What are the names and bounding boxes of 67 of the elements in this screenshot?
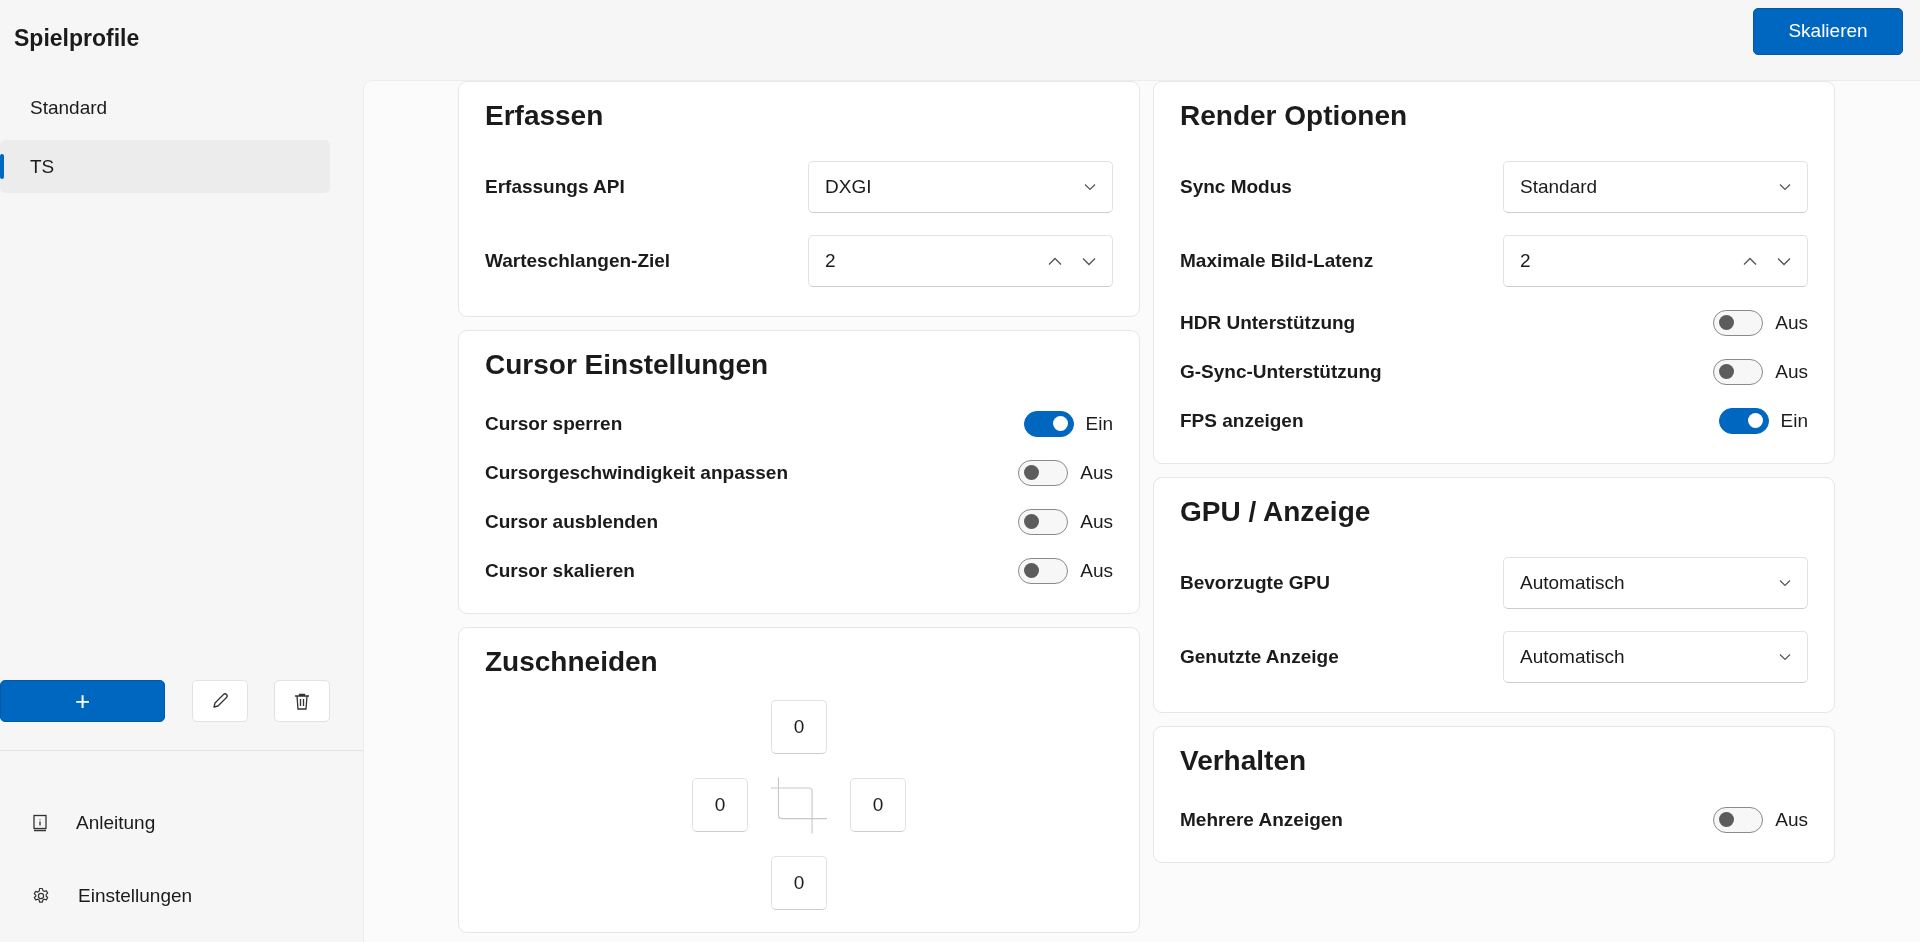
pencil-icon: [211, 692, 229, 710]
dropdown[interactable]: DXGI: [808, 161, 1113, 213]
toggle-switch[interactable]: [1018, 557, 1069, 584]
toggle-state-text: Ein: [1085, 412, 1113, 435]
chevron-up-icon[interactable]: [1048, 256, 1062, 266]
setting-label: Sync Modus: [1180, 176, 1292, 198]
card-title: Zuschneiden: [485, 645, 659, 679]
card-title: Erfassen: [485, 99, 605, 133]
setting-label: Genutzte Anzeige: [1180, 646, 1339, 668]
chevron-down-icon[interactable]: [1777, 256, 1791, 266]
toggle-state-text: Aus: [1775, 311, 1808, 334]
setting-label: Cursor ausblenden: [485, 510, 659, 533]
toggle-state-text: Aus: [1080, 461, 1113, 484]
setting-label: Maximale Bild-Latenz: [1180, 250, 1374, 272]
setting-label: HDR Unterstützung: [1180, 311, 1356, 334]
setting-label: Cursor skalieren: [485, 559, 635, 582]
chevron-down-icon[interactable]: [1082, 256, 1096, 266]
chevron-down-icon: [1779, 653, 1791, 661]
profile-item[interactable]: Standard: [0, 81, 330, 134]
number-field[interactable]: 2: [1503, 235, 1808, 287]
setting-label: Bevorzugte GPU: [1180, 572, 1330, 594]
toggle-state-text: Aus: [1775, 808, 1808, 831]
add-profile-button[interactable]: +: [0, 680, 165, 722]
nav-item[interactable]: Einstellungen: [0, 859, 330, 932]
card-title: GPU / Anzeige: [1180, 495, 1372, 529]
setting-label: G-Sync-Unterstützung: [1180, 360, 1382, 383]
setting-label: Cursor sperren: [485, 412, 623, 435]
number-field[interactable]: 2: [808, 235, 1113, 287]
selection-indicator: [0, 154, 4, 179]
setting-label: Cursorgeschwindigkeit anpassen: [485, 461, 789, 484]
number-field[interactable]: 0: [771, 856, 827, 910]
number-field[interactable]: 0: [771, 700, 827, 754]
settings-icon: [32, 886, 50, 905]
scale-button[interactable]: Skalieren: [1753, 7, 1903, 55]
dropdown[interactable]: Automatisch: [1503, 631, 1808, 683]
toggle-switch[interactable]: [1718, 407, 1769, 434]
trash-icon: [293, 691, 311, 711]
toggle-switch[interactable]: [1018, 459, 1069, 486]
number-field[interactable]: 0: [692, 778, 748, 832]
app-title: Spielprofile: [14, 24, 140, 52]
toggle-state-text: Aus: [1775, 360, 1808, 383]
toggle-switch[interactable]: [1023, 410, 1074, 437]
book-icon: [32, 813, 48, 832]
profile-item[interactable]: TS: [0, 140, 330, 193]
dropdown[interactable]: Standard: [1503, 161, 1808, 213]
setting-label: Warteschlangen-Ziel: [485, 250, 671, 272]
toggle-switch[interactable]: [1018, 508, 1069, 535]
toggle-switch[interactable]: [1713, 309, 1764, 336]
chevron-down-icon: [1084, 183, 1096, 191]
chevron-down-icon: [1779, 579, 1791, 587]
dropdown[interactable]: Automatisch: [1503, 557, 1808, 609]
setting-label: FPS anzeigen: [1180, 409, 1304, 432]
nav-item[interactable]: Anleitung: [0, 786, 330, 859]
chevron-up-icon[interactable]: [1743, 256, 1757, 266]
delete-button[interactable]: [274, 680, 330, 722]
toggle-state-text: Aus: [1080, 510, 1113, 533]
toggle-switch[interactable]: [1713, 358, 1764, 385]
number-field[interactable]: 0: [850, 778, 906, 832]
chevron-down-icon: [1779, 183, 1791, 191]
toggle-state-text: Aus: [1080, 559, 1113, 582]
setting-label: Erfassungs API: [485, 176, 625, 198]
card-title: Verhalten: [1180, 744, 1308, 778]
card-title: Render Optionen: [1180, 99, 1409, 133]
toggle-switch[interactable]: [1713, 806, 1764, 833]
setting-label: Mehrere Anzeigen: [1180, 808, 1343, 831]
card-title: Cursor Einstellungen: [485, 348, 770, 382]
toggle-state-text: Ein: [1780, 409, 1808, 432]
